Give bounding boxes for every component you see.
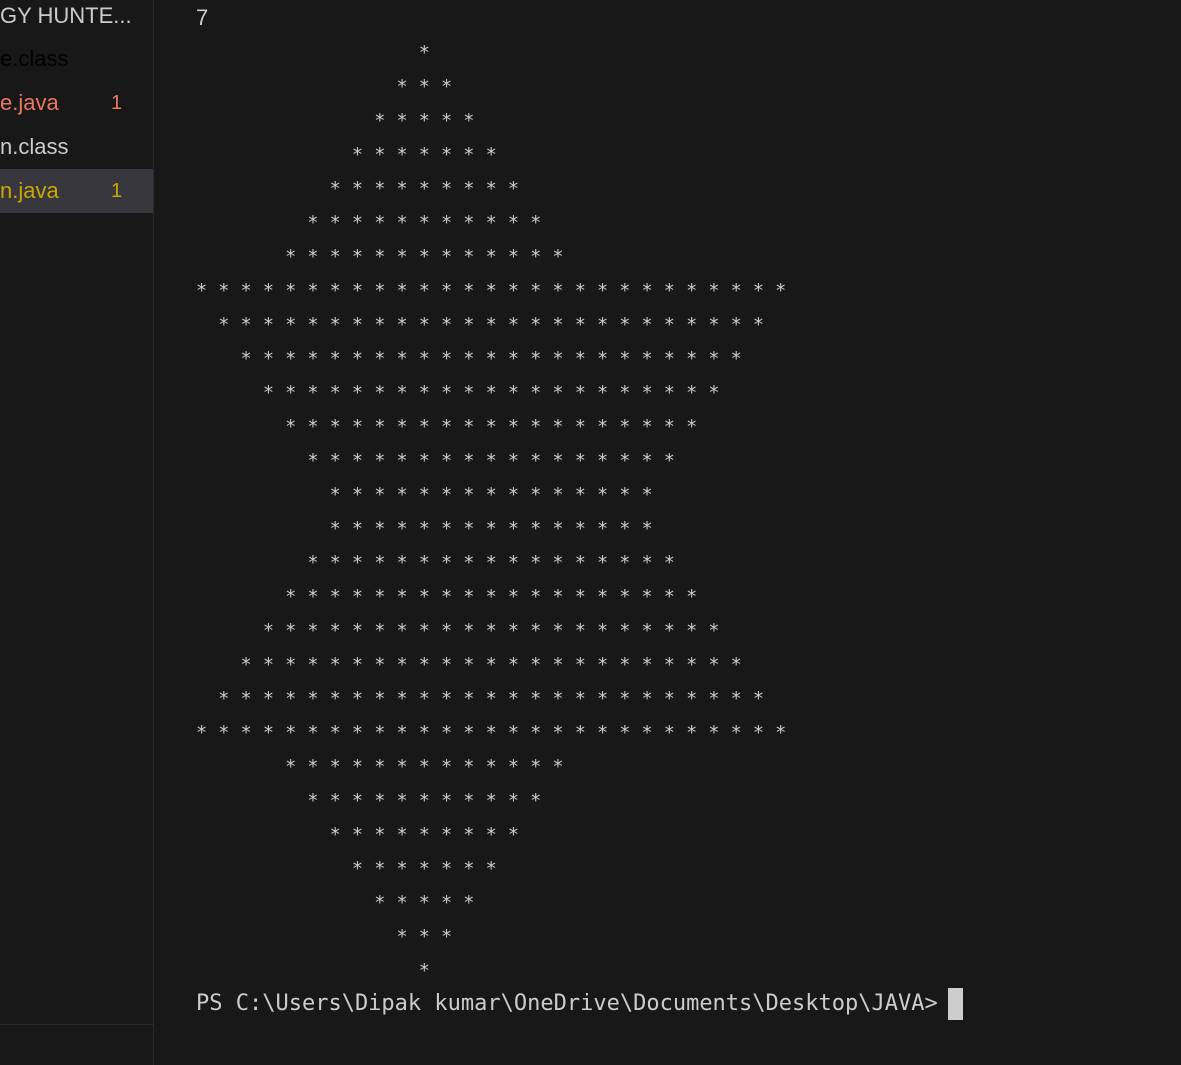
pattern-line: * * * * * * * * * * * * * * * * * * * * …: [196, 383, 720, 404]
file-name: e.class: [0, 46, 69, 71]
pattern-line: * * * * * * * * * * * * * * * * * * * * …: [196, 315, 765, 336]
explorer-file-item[interactable]: e.class: [0, 37, 153, 81]
explorer-sidebar: GY HUNTE... e.class e.java 1 n.class n.j…: [0, 0, 154, 1065]
pattern-line: * * * * * * * * *: [196, 825, 520, 846]
pattern-line: * * * * * * * * * * * * * * * * *: [196, 451, 675, 472]
pattern-line: * * * * * * * * * * * * * * * * * * * * …: [196, 689, 765, 710]
pattern-line: * * * * * * * * * * * * * * * * * * * * …: [196, 349, 742, 370]
pattern-line: * * * * *: [196, 893, 475, 914]
pattern-line: * * * * * * *: [196, 145, 497, 166]
pattern-line: * * * * * * * * * * * * *: [196, 757, 564, 778]
pattern-line: *: [196, 43, 430, 64]
problem-count-badge: 1: [111, 92, 123, 114]
pattern-line: * * * * * * * * * * * * * * * * * * * * …: [196, 723, 787, 744]
pattern-line: * * * * * * * * * * * * * * *: [196, 519, 653, 540]
file-name: n.class: [0, 134, 69, 159]
pattern-line: * * * * * * * * * * * * * * * * * * *: [196, 587, 698, 608]
pattern-line: * * * * * * * * * * * * * * * * * * * * …: [196, 281, 787, 302]
pattern-line: * * * * * * * * * * * * * * * * * * *: [196, 417, 698, 438]
sidebar-divider: [0, 1024, 153, 1025]
explorer-file-item[interactable]: e.java 1: [0, 81, 153, 125]
file-name: n.java: [0, 178, 59, 203]
terminal-cursor: [947, 988, 963, 1020]
problem-count-badge: 1: [111, 180, 123, 202]
pattern-line: * * *: [196, 77, 453, 98]
pattern-line: * * *: [196, 927, 453, 948]
pattern-line: * * * * * * * * * * * * * * * * * * * * …: [196, 655, 742, 676]
pattern-line: * * * * * * *: [196, 859, 497, 880]
pattern-line: * * * * * * * * * * *: [196, 791, 542, 812]
pattern-line: * * * * * * * * * * * * * * * * *: [196, 553, 675, 574]
pattern-line: * * * * * * * * * * * * * * *: [196, 485, 653, 506]
star-pattern-output: * * * * * * * * * * * * * * * * * * * * …: [196, 37, 786, 989]
terminal-prompt: PS C:\Users\Dipak kumar\OneDrive\Documen…: [196, 991, 938, 1016]
terminal-panel[interactable]: 7 * * * * * * * * * * * * * * * * * * * …: [154, 0, 1181, 1065]
pattern-line: *: [196, 961, 430, 982]
vscode-window: GY HUNTE... e.class e.java 1 n.class n.j…: [0, 0, 1181, 1065]
pattern-line: * * * * * * * * *: [196, 179, 520, 200]
pattern-line: * * * * * * * * * * * * * * * * * * * * …: [196, 621, 720, 642]
explorer-file-item[interactable]: n.class: [0, 125, 153, 169]
explorer-file-item-selected[interactable]: n.java 1: [0, 169, 153, 213]
terminal-prompt-line[interactable]: PS C:\Users\Dipak kumar\OneDrive\Documen…: [196, 988, 963, 1020]
explorer-folder-header[interactable]: GY HUNTE...: [0, 0, 153, 34]
terminal-input-echo: 7: [196, 5, 209, 30]
pattern-line: * * * * *: [196, 111, 475, 132]
pattern-line: * * * * * * * * * * * * *: [196, 247, 564, 268]
file-name: e.java: [0, 90, 59, 115]
pattern-line: * * * * * * * * * * *: [196, 213, 542, 234]
